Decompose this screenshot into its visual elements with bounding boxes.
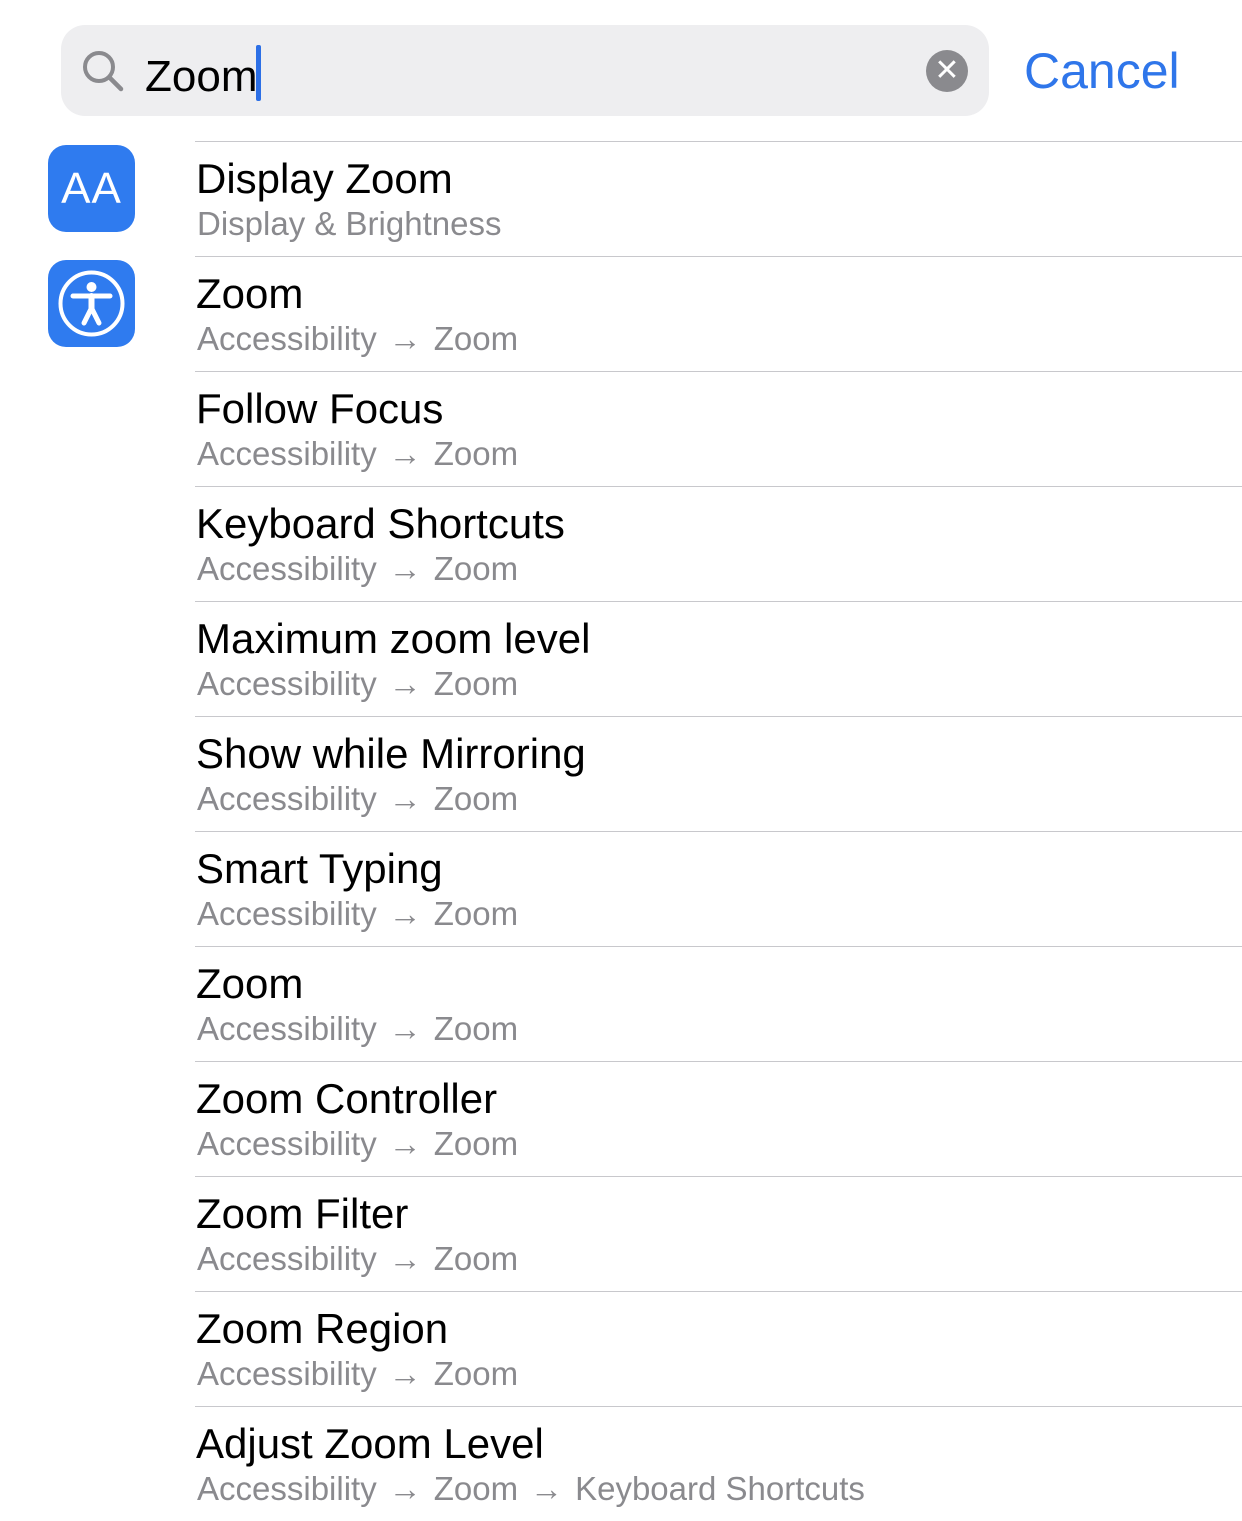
result-title: Zoom Region [196,1305,449,1352]
text-caret [256,45,262,101]
result-title: Display Zoom [196,155,453,202]
arrow-right-icon: → [388,1010,422,1047]
search-result-row[interactable]: Zoom Region Accessibility → Zoom [0,1291,1242,1406]
arrow-right-icon: → [388,550,422,587]
path-segment: Accessibility [197,1125,377,1162]
result-path: Accessibility → Zoom [197,894,518,934]
search-result-row[interactable]: Adjust Zoom Level Accessibility → Zoom → Keyb… [0,1406,1242,1521]
result-title: Zoom [196,270,304,317]
path-segment: Accessibility [197,435,377,472]
arrow-right-icon: → [388,665,422,702]
path-segment: Zoom [433,1125,519,1162]
search-result-row[interactable]: Zoom Filter Accessibility → Zoom [0,1176,1242,1291]
path-segment: Zoom [433,780,519,817]
result-path: Accessibility → Zoom [197,434,518,474]
arrow-right-icon: → [388,1240,422,1277]
arrow-right-icon: → [388,320,422,357]
path-segment: Accessibility [197,1355,377,1392]
path-segment: Zoom [433,1240,519,1277]
cancel-button[interactable]: Cancel [1024,42,1180,100]
search-bar: Zoom ✕ Cancel [0,0,1242,140]
arrow-right-icon: → [388,1125,422,1162]
arrow-right-icon: → [530,1470,564,1507]
search-result-row[interactable]: Zoom Controller Accessibility → Zoom [0,1061,1242,1176]
result-path: Accessibility → Zoom [197,664,518,704]
clear-icon: ✕ [934,54,960,87]
search-results-list: AA Display Zoom Display & Brightness Zoom Ac… [0,141,1242,1521]
arrow-right-icon: → [388,895,422,932]
result-title: Maximum zoom level [196,615,591,662]
search-result-row[interactable]: Maximum zoom level Accessibility → Zoom [0,601,1242,716]
path-segment: Zoom [433,320,519,357]
result-title: Show while Mirroring [196,730,586,777]
search-result-row[interactable]: Zoom Accessibility → Zoom [0,946,1242,1061]
path-segment: Zoom [433,1355,519,1392]
result-path: Accessibility → Zoom → Keyboard Shortcuts [197,1469,865,1509]
search-result-row[interactable]: Keyboard Shortcuts Accessibility → Zoom [0,486,1242,601]
path-segment: Accessibility [197,1240,377,1277]
path-segment: Accessibility [197,1470,377,1507]
path-segment: Zoom [433,435,519,472]
search-result-row[interactable]: AA Display Zoom Display & Brightness [0,141,1242,256]
path-segment: Zoom [433,665,519,702]
result-path: Display & Brightness [197,204,501,244]
path-segment: Zoom [433,550,519,587]
text-size-icon-label: AA [61,164,122,213]
path-segment: Zoom [433,1470,519,1507]
arrow-right-icon: → [388,1470,422,1507]
path-segment: Accessibility [197,780,377,817]
result-path: Accessibility → Zoom [197,1239,518,1279]
arrow-right-icon: → [388,435,422,472]
text-size-icon: AA [48,145,135,232]
search-query: Zoom [145,52,258,101]
path-segment: Accessibility [197,550,377,587]
search-result-row[interactable]: Zoom Accessibility → Zoom [0,256,1242,371]
path-segment: Display & Brightness [197,205,502,242]
path-segment: Keyboard Shortcuts [575,1470,865,1507]
search-result-row[interactable]: Follow Focus Accessibility → Zoom [0,371,1242,486]
arrow-right-icon: → [388,1355,422,1392]
path-segment: Accessibility [197,665,377,702]
result-title: Adjust Zoom Level [196,1420,544,1467]
result-path: Accessibility → Zoom [197,779,518,819]
search-input[interactable]: Zoom ✕ [61,25,989,116]
result-path: Accessibility → Zoom [197,1354,518,1394]
search-icon [83,51,124,92]
result-title: Zoom Controller [196,1075,498,1122]
search-result-row[interactable]: Show while Mirroring Accessibility → Zoom [0,716,1242,831]
result-title: Smart Typing [196,845,443,892]
arrow-right-icon: → [388,780,422,817]
search-result-row[interactable]: Smart Typing Accessibility → Zoom [0,831,1242,946]
path-segment: Zoom [433,1010,519,1047]
result-path: Accessibility → Zoom [197,1124,518,1164]
clear-search-button[interactable]: ✕ [926,50,968,92]
result-title: Zoom Filter [196,1190,409,1237]
path-segment: Accessibility [197,895,377,932]
result-path: Accessibility → Zoom [197,1009,518,1049]
result-title: Zoom [196,960,304,1007]
result-title: Keyboard Shortcuts [196,500,565,547]
result-title: Follow Focus [196,385,444,432]
path-segment: Accessibility [197,320,377,357]
result-path: Accessibility → Zoom [197,319,518,359]
path-segment: Zoom [433,895,519,932]
result-path: Accessibility → Zoom [197,549,518,589]
accessibility-icon [48,260,135,347]
path-segment: Accessibility [197,1010,377,1047]
search-query-text[interactable]: Zoom [145,45,262,101]
